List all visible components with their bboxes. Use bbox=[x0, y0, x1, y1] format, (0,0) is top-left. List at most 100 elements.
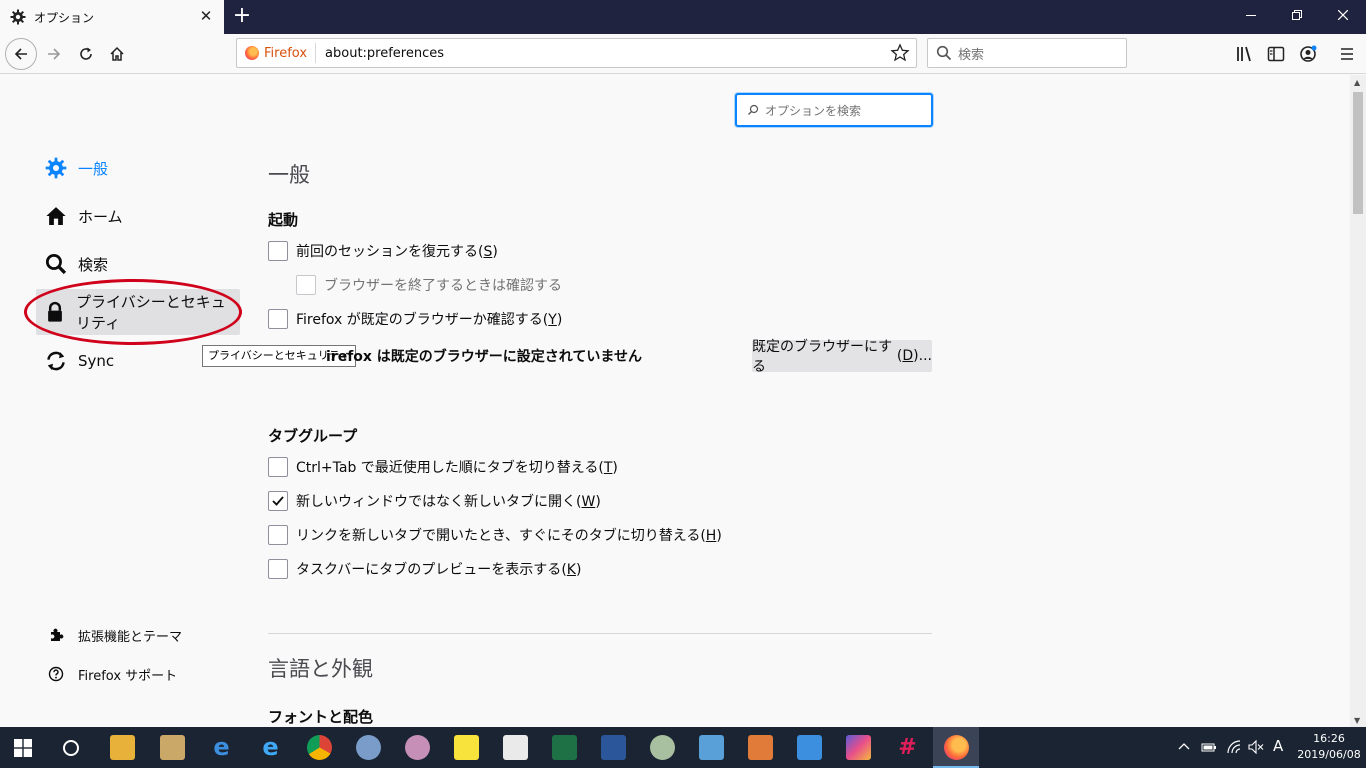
tab-title: オプション bbox=[34, 10, 95, 25]
document-app-icon[interactable] bbox=[503, 735, 528, 760]
sidebar-icon[interactable] bbox=[1266, 44, 1286, 64]
checkbox-box bbox=[296, 275, 316, 295]
checkbox-box[interactable] bbox=[268, 309, 288, 329]
tabs-heading: タブグループ bbox=[268, 427, 358, 445]
access-key: H bbox=[705, 528, 717, 544]
calculator-app-icon[interactable] bbox=[699, 735, 724, 760]
access-key: Y bbox=[548, 312, 557, 328]
checkbox-box[interactable] bbox=[268, 457, 288, 477]
web-search-box[interactable]: 検索 bbox=[927, 38, 1127, 68]
search-icon bbox=[936, 45, 952, 61]
checkbox-box[interactable] bbox=[268, 525, 288, 545]
home-icon bbox=[110, 46, 124, 61]
home-button[interactable] bbox=[102, 39, 132, 69]
remote-desktop-icon[interactable] bbox=[797, 735, 822, 760]
checkmark-icon bbox=[272, 496, 284, 506]
arrow-left-icon bbox=[14, 48, 27, 60]
palette-app-icon[interactable] bbox=[650, 735, 675, 760]
ctrl-tab-label: Ctrl+Tab で最近使用した順にタブを切り替える bbox=[296, 460, 599, 476]
tab-options[interactable]: オプション ✕ bbox=[0, 0, 224, 34]
chevron-up-icon[interactable] bbox=[1178, 741, 1190, 753]
extensions-themes-link[interactable]: 拡張機能とテーマ bbox=[46, 625, 182, 645]
new-tab-button[interactable]: + bbox=[230, 4, 254, 28]
search-icon bbox=[44, 252, 68, 276]
toolbox-app-icon[interactable] bbox=[748, 735, 773, 760]
back-button[interactable] bbox=[5, 38, 37, 70]
chrome-icon[interactable] bbox=[307, 735, 332, 760]
scroll-down-icon[interactable]: ▼ bbox=[1354, 716, 1360, 725]
reload-button[interactable] bbox=[71, 39, 101, 69]
windows-taskbar: e e # A 16:26 2019/06/08 bbox=[0, 727, 1366, 768]
make-default-button[interactable]: 既定のブラウザーにする(D)... bbox=[752, 339, 932, 375]
close-window-button[interactable] bbox=[1320, 0, 1366, 34]
file-explorer-icon[interactable] bbox=[110, 735, 135, 760]
check-default-browser-checkbox[interactable]: Firefox が既定のブラウザーか確認する(Y) bbox=[268, 308, 562, 330]
category-general[interactable]: 一般 bbox=[36, 145, 240, 191]
checkbox-box[interactable] bbox=[268, 491, 288, 511]
url-text[interactable]: about:preferences bbox=[316, 46, 444, 61]
windows-start-icon[interactable] bbox=[14, 739, 32, 757]
taskbar-preview-checkbox[interactable]: タスクバーにタブのプレビューを表示する(K) bbox=[268, 558, 581, 580]
access-key: K bbox=[566, 562, 576, 578]
network-app-icon[interactable] bbox=[356, 735, 381, 760]
open-in-tabs-checkbox[interactable]: 新しいウィンドウではなく新しいタブに開く(W) bbox=[268, 490, 601, 512]
mail-app-icon[interactable] bbox=[160, 735, 185, 760]
warn-on-quit-checkbox: ブラウザーを終了するときは確認する bbox=[296, 274, 562, 296]
switch-to-new-tab-checkbox[interactable]: リンクを新しいタブで開いたとき、すぐにそのタブに切り替える(H) bbox=[268, 524, 722, 546]
red-annotation-ellipse bbox=[24, 279, 242, 345]
edge-icon[interactable]: e bbox=[209, 735, 234, 760]
sticky-notes-icon[interactable] bbox=[454, 735, 479, 760]
paint-app-icon[interactable] bbox=[405, 735, 430, 760]
internet-explorer-icon[interactable]: e bbox=[258, 735, 283, 760]
ime-indicator[interactable]: A bbox=[1273, 737, 1283, 755]
scroll-up-icon[interactable]: ▲ bbox=[1354, 78, 1360, 87]
minimize-button[interactable] bbox=[1228, 0, 1274, 34]
access-key: S bbox=[483, 244, 493, 260]
creative-app-icon[interactable] bbox=[846, 735, 871, 760]
volume-muted-icon[interactable] bbox=[1248, 740, 1264, 754]
battery-icon[interactable] bbox=[1201, 740, 1217, 754]
url-bar[interactable]: Firefox about:preferences bbox=[236, 38, 917, 68]
firefox-taskbar-icon[interactable] bbox=[944, 735, 969, 760]
account-icon[interactable] bbox=[1298, 44, 1318, 64]
wifi-icon[interactable] bbox=[1226, 740, 1242, 754]
ctrl-tab-checkbox[interactable]: Ctrl+Tab で最近使用した順にタブを切り替える(T) bbox=[268, 456, 618, 478]
bookmark-star-icon[interactable] bbox=[890, 43, 910, 63]
checkbox-box[interactable] bbox=[268, 241, 288, 261]
forward-button[interactable] bbox=[39, 39, 69, 69]
switch-to-new-tab-label: リンクを新しいタブで開いたとき、すぐにそのタブに切り替える bbox=[296, 528, 701, 544]
gear-icon bbox=[44, 156, 68, 180]
navigation-toolbar: Firefox about:preferences 検索 bbox=[0, 34, 1366, 74]
checkbox-box[interactable] bbox=[268, 559, 288, 579]
word-icon[interactable] bbox=[601, 735, 626, 760]
preferences-page: オプションを検索 一般 ホーム 検索 プライバシーとセキュリティ Sync プラ… bbox=[0, 75, 1350, 727]
category-home[interactable]: ホーム bbox=[36, 193, 240, 239]
default-browser-status: irefox は既定のブラウザーに設定されていません bbox=[326, 349, 642, 365]
access-key: T bbox=[603, 460, 613, 476]
slack-icon[interactable]: # bbox=[895, 735, 920, 760]
clock[interactable]: 16:26 2019/06/08 bbox=[1296, 731, 1362, 763]
identity-box[interactable]: Firefox bbox=[237, 43, 317, 63]
vertical-scrollbar[interactable]: ▲ ▼ bbox=[1350, 75, 1366, 727]
restore-session-checkbox[interactable]: 前回のセッションを復元する(S) bbox=[268, 240, 498, 262]
menu-icon[interactable] bbox=[1337, 44, 1357, 64]
taskbar-preview-label: タスクバーにタブのプレビューを表示する bbox=[296, 562, 562, 578]
cortana-search-icon[interactable] bbox=[62, 739, 80, 757]
options-search-input[interactable]: オプションを検索 bbox=[735, 93, 933, 127]
firefox-support-link[interactable]: Firefox サポート bbox=[46, 664, 177, 684]
scroll-thumb[interactable] bbox=[1353, 92, 1363, 214]
web-search-placeholder: 検索 bbox=[958, 47, 985, 63]
fonts-heading: フォントと配色 bbox=[268, 708, 374, 726]
arrow-right-icon bbox=[48, 48, 61, 60]
restore-icon bbox=[1292, 10, 1302, 20]
close-tab-icon[interactable]: ✕ bbox=[198, 8, 214, 24]
general-heading: 一般 bbox=[268, 163, 310, 187]
category-label: Sync bbox=[78, 352, 115, 370]
category-label: 検索 bbox=[78, 255, 109, 274]
excel-icon[interactable] bbox=[552, 735, 577, 760]
firefox-logo-icon bbox=[245, 46, 259, 60]
extensions-label: 拡張機能とテーマ bbox=[78, 629, 183, 645]
restore-button[interactable] bbox=[1274, 0, 1320, 34]
library-icon[interactable] bbox=[1235, 44, 1255, 64]
gear-icon bbox=[10, 9, 26, 25]
